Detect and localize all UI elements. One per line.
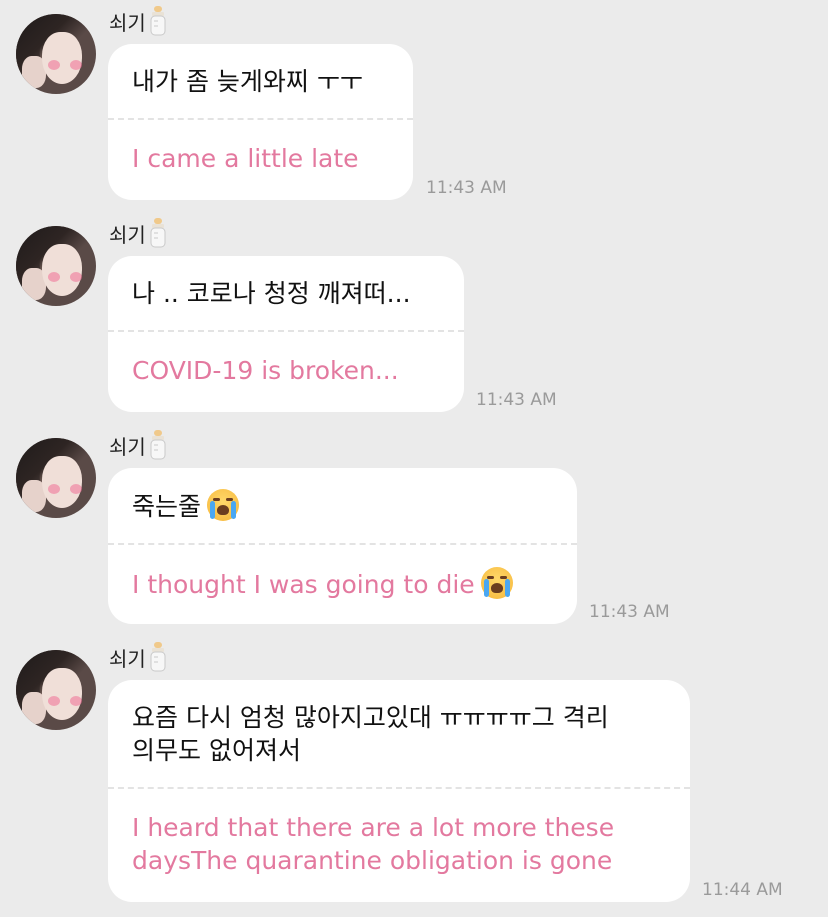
message-original-text: 요즘 다시 엄청 많아지고있대 ㅠㅠㅠㅠ그 격리 의무도 없어져서 [132,703,609,765]
sender-name: 쇠기 [109,216,167,250]
message-translation-line: I thought I was going to die [132,545,553,601]
message-timestamp: 11:43 AM [426,178,507,198]
message-timestamp: 11:44 AM [702,880,783,900]
sender-name: 쇠기 [109,428,167,462]
message-translation-text: I heard that there are a lot more these … [132,813,615,875]
message-original-line: 죽는줄 [132,468,553,543]
message-timestamp: 11:43 AM [589,602,670,622]
baby-bottle-icon [150,218,166,248]
message-bubble[interactable]: 내가 좀 늦게와찌 ㅜㅜ I came a little late [108,44,413,200]
message-bubble[interactable]: 요즘 다시 엄청 많아지고있대 ㅠㅠㅠㅠ그 격리 의무도 없어져서 I hear… [108,680,690,902]
message-bubble[interactable]: 죽는줄 I thought I was going to die [108,468,577,624]
sender-name-label: 쇠기 [109,646,146,671]
sender-name-label: 쇠기 [109,434,146,459]
message-original-text: 나 .. 코로나 청정 깨져떠... [132,279,411,308]
avatar[interactable] [16,14,96,94]
message-timestamp: 11:43 AM [476,390,557,410]
message-original-text: 내가 좀 늦게와찌 ㅜㅜ [132,67,363,96]
sender-name-label: 쇠기 [109,222,146,247]
message-translation-text: I came a little late [132,144,359,173]
avatar[interactable] [16,438,96,518]
loudly-crying-face-icon [480,567,513,599]
baby-bottle-icon [150,642,166,672]
message-original-text: 죽는줄 [132,492,202,521]
loudly-crying-face-icon [207,489,240,521]
message-translation-text: I thought I was going to die [132,570,475,599]
sender-name: 쇠기 [109,4,167,38]
sender-name-label: 쇠기 [109,10,146,35]
baby-bottle-icon [150,6,166,36]
avatar[interactable] [16,650,96,730]
avatar[interactable] [16,226,96,306]
baby-bottle-icon [150,430,166,460]
message-translation-text: COVID-19 is broken... [132,356,399,385]
message-bubble[interactable]: 나 .. 코로나 청정 깨져떠... COVID-19 is broken... [108,256,464,412]
sender-name: 쇠기 [109,640,167,674]
